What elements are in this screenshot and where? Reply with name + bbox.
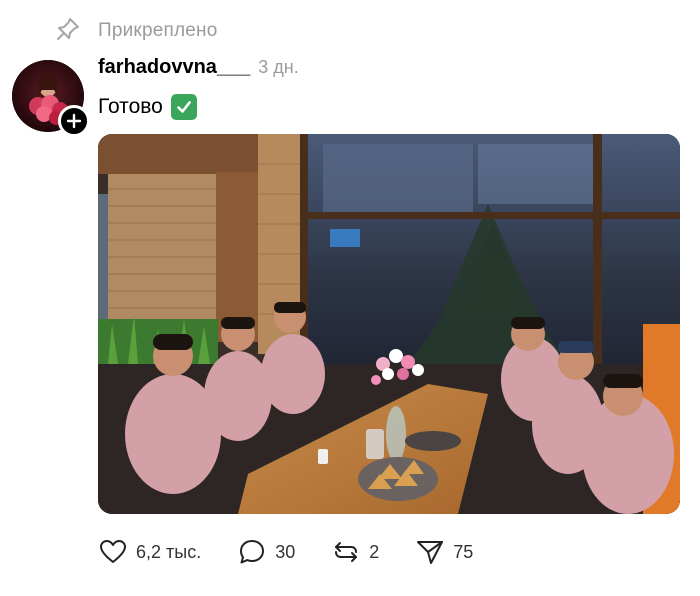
username-link[interactable]: farhadovvna___ bbox=[98, 56, 250, 79]
repost-count: 2 bbox=[369, 541, 380, 562]
heart-icon bbox=[100, 540, 126, 563]
post-photo[interactable] bbox=[98, 134, 680, 514]
avatar-container[interactable] bbox=[12, 60, 90, 137]
share-count: 75 bbox=[453, 541, 474, 562]
post-body: Готово bbox=[98, 92, 197, 122]
post-timestamp[interactable]: 3 дн. bbox=[258, 57, 298, 78]
like-button[interactable]: 6,2 тыс. bbox=[98, 537, 201, 567]
send-icon bbox=[417, 541, 444, 564]
follow-button[interactable] bbox=[58, 105, 90, 137]
repost-button[interactable]: 2 bbox=[331, 537, 379, 567]
pinned-label: Прикреплено bbox=[98, 20, 218, 41]
like-count: 6,2 тыс. bbox=[136, 541, 202, 562]
repost-icon bbox=[335, 542, 358, 562]
post-actions: 6,2 тыс. 30 2 75 bbox=[98, 536, 509, 568]
post-header: farhadovvna___ 3 дн. bbox=[98, 56, 299, 84]
post-text: Готово bbox=[98, 95, 163, 118]
pin-icon bbox=[54, 15, 82, 48]
check-mark-button-emoji bbox=[170, 94, 197, 120]
comment-icon bbox=[240, 540, 265, 564]
pinned-indicator: Прикреплено bbox=[54, 16, 217, 46]
plus-icon bbox=[66, 113, 82, 129]
comment-button[interactable]: 30 bbox=[237, 537, 295, 567]
share-button[interactable]: 75 bbox=[415, 537, 473, 567]
comment-count: 30 bbox=[275, 541, 296, 562]
